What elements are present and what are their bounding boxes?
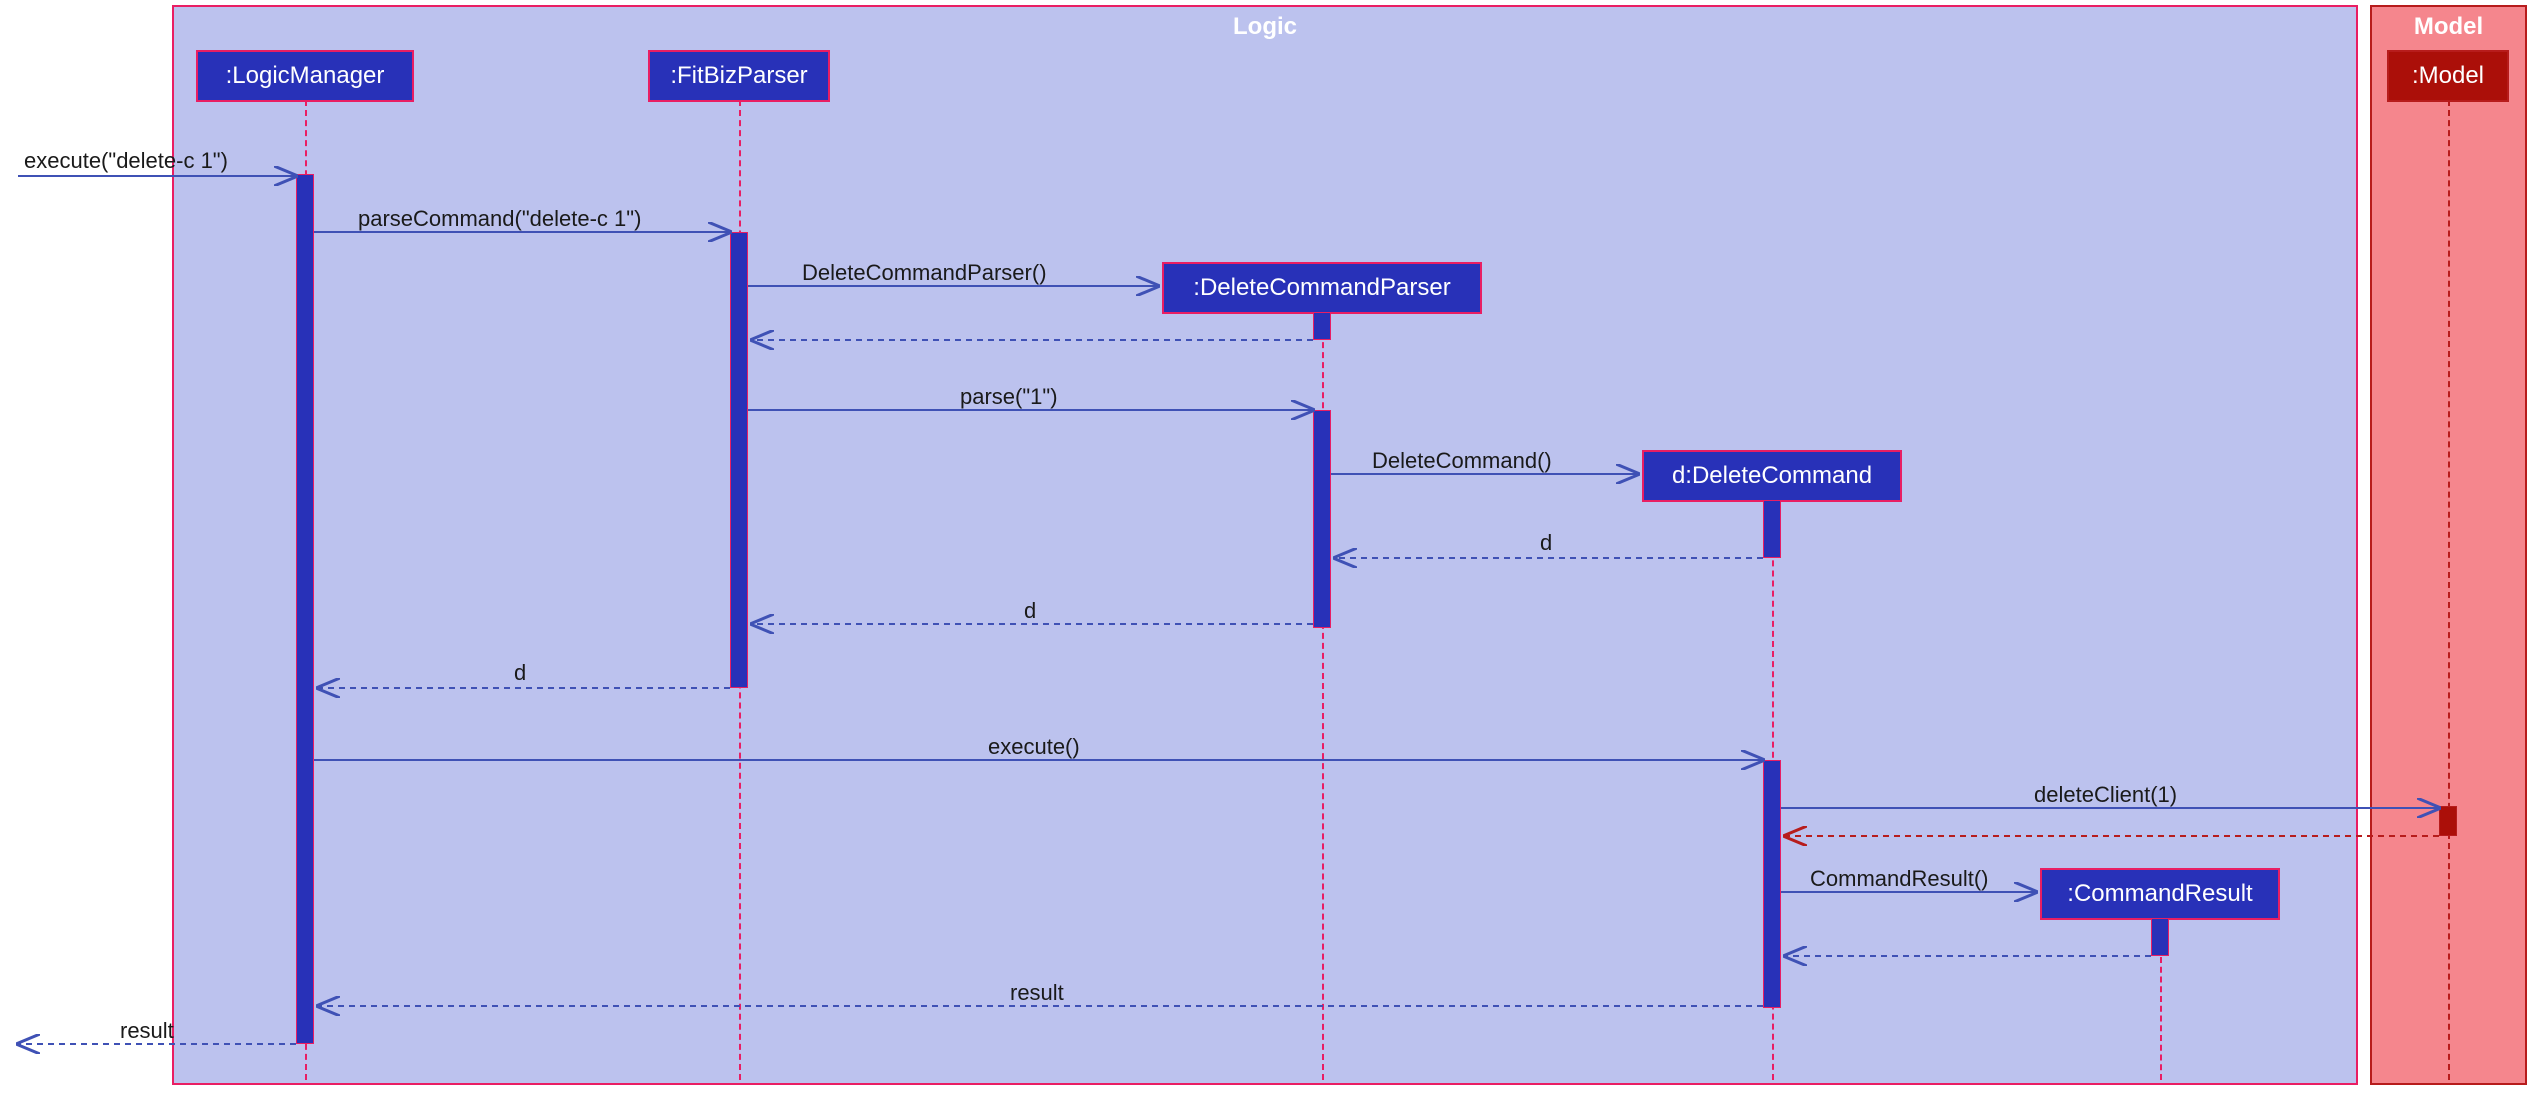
delete-command-parser-activation-1 (1313, 312, 1331, 340)
msg-delete-command-ctor: DeleteCommand() (1372, 448, 1552, 474)
fitbiz-parser-activation (730, 232, 748, 688)
logic-frame-label: Logic (1233, 13, 1297, 41)
command-result-head: :CommandResult (2040, 868, 2280, 920)
model-activation (2439, 806, 2457, 836)
fitbiz-parser-head: :FitBizParser (648, 50, 830, 102)
msg-parse-command: parseCommand("delete-c 1") (358, 206, 641, 232)
delete-command-activation-1 (1763, 500, 1781, 558)
delete-command-parser-head: :DeleteCommandParser (1162, 262, 1482, 314)
msg-d-2: d (1024, 598, 1036, 624)
msg-delete-client: deleteClient(1) (2034, 782, 2177, 808)
msg-execute-in: execute("delete-c 1") (24, 148, 228, 174)
msg-result-2: result (120, 1018, 174, 1044)
msg-delete-command-parser-ctor: DeleteCommandParser() (802, 260, 1047, 286)
logic-manager-activation (296, 174, 314, 1044)
msg-parse: parse("1") (960, 384, 1058, 410)
msg-d-3: d (514, 660, 526, 686)
delete-command-activation-2 (1763, 760, 1781, 1008)
model-head: :Model (2387, 50, 2509, 102)
command-result-activation (2151, 918, 2169, 956)
model-lifeline (2448, 100, 2450, 1080)
msg-d-1: d (1540, 530, 1552, 556)
msg-result-1: result (1010, 980, 1064, 1006)
delete-command-parser-activation-2 (1313, 410, 1331, 628)
msg-command-result-ctor: CommandResult() (1810, 866, 1989, 892)
model-frame-label: Model (2414, 13, 2483, 41)
delete-command-head: d:DeleteCommand (1642, 450, 1902, 502)
logic-frame: Logic (172, 5, 2358, 1085)
msg-execute: execute() (988, 734, 1080, 760)
logic-manager-head: :LogicManager (196, 50, 414, 102)
